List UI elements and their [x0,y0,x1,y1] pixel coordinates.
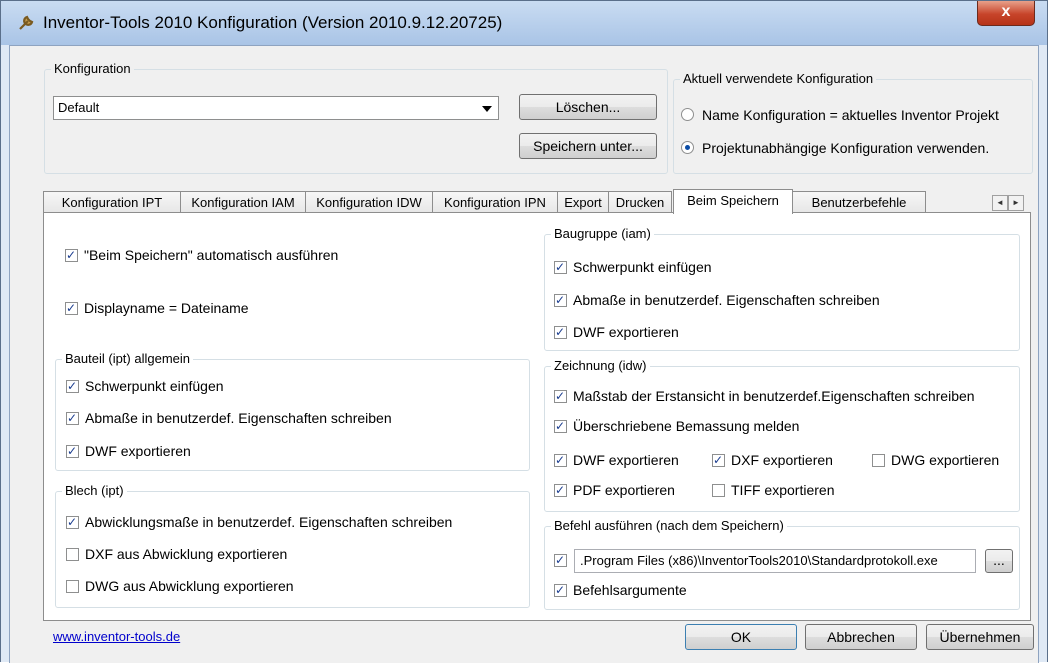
checkbox-baugruppe-abmasse-label: Abmaße in benutzerdef. Eigenschaften sch… [573,292,880,308]
checkbox-befehlsargumente-label: Befehlsargumente [573,582,687,598]
checkbox-bauteil-dwf[interactable] [66,444,79,458]
apply-button[interactable]: Übernehmen [926,624,1034,650]
checkbox-zeichnung-massstab-label: Maßstab der Erstansicht in benutzerdef.E… [573,388,975,404]
close-icon: x [1001,3,1011,20]
tab-benutzerbefehle[interactable]: Benutzerbefehle [792,191,926,213]
close-button[interactable]: x [977,1,1035,26]
command-path-input[interactable]: .Program Files (x86)\InventorTools2010\S… [574,549,976,573]
befehl-group: Befehl ausführen (nach dem Speichern) .P… [544,518,1020,610]
konfiguration-selected: Default [58,100,100,115]
checkbox-blech-dxf-label: DXF aus Abwicklung exportieren [85,546,288,562]
zeichnung-group: Zeichnung (idw) Maßstab der Erstansicht … [544,358,1020,512]
tab-scroll-right-icon[interactable]: ► [1008,195,1024,211]
dialog-window: Inventor-Tools 2010 Konfiguration (Versi… [0,0,1048,663]
tab-konfiguration-ipt[interactable]: Konfiguration IPT [43,191,181,213]
tab-beim-speichern[interactable]: Beim Speichern [673,189,793,214]
checkbox-bauteil-schwerpunkt[interactable] [66,379,79,393]
checkbox-display-name[interactable] [65,301,78,315]
tab-konfiguration-iam[interactable]: Konfiguration IAM [180,191,306,213]
checkbox-zeichnung-tiff-label: TIFF exportieren [731,482,835,498]
aktuell-group: Aktuell verwendete Konfiguration Name Ko… [673,71,1033,174]
checkbox-zeichnung-dxf[interactable] [712,453,725,467]
checkbox-bauteil-abmasse-label: Abmaße in benutzerdef. Eigenschaften sch… [85,410,392,426]
bauteil-group-title: Bauteil (ipt) allgemein [62,351,194,367]
baugruppe-group-title: Baugruppe (iam) [551,226,654,242]
checkbox-zeichnung-dxf-label: DXF exportieren [731,452,833,468]
checkbox-zeichnung-dwf[interactable] [554,453,567,467]
tab-konfiguration-idw[interactable]: Konfiguration IDW [305,191,433,213]
browse-button[interactable]: ... [985,549,1013,573]
title-bar[interactable]: Inventor-Tools 2010 Konfiguration (Versi… [1,1,1047,45]
checkbox-baugruppe-schwerpunkt[interactable] [554,260,567,274]
tab-export[interactable]: Export [557,191,609,213]
checkbox-befehl-enabled[interactable] [554,553,567,567]
befehl-group-title: Befehl ausführen (nach dem Speichern) [551,518,787,534]
tab-page-beim-speichern: "Beim Speichern" automatisch ausführen D… [43,212,1031,621]
checkbox-display-name-label: Displayname = Dateiname [84,300,249,316]
chevron-down-icon[interactable] [482,106,492,112]
konfiguration-dropdown[interactable]: Default [53,96,499,120]
cancel-button[interactable]: Abbrechen [805,624,917,650]
checkbox-bauteil-schwerpunkt-label: Schwerpunkt einfügen [85,378,224,394]
website-link[interactable]: www.inventor-tools.de [53,629,180,644]
checkbox-auto-run-label: "Beim Speichern" automatisch ausführen [84,247,339,263]
checkbox-bauteil-abmasse[interactable] [66,411,79,425]
tab-scroll-left-icon[interactable]: ◄ [992,195,1008,211]
checkbox-befehlsargumente[interactable] [554,583,567,597]
radio-independent-config-label: Projektunabhängige Konfiguration verwend… [702,140,990,156]
konfiguration-group: Konfiguration Default Löschen... Speiche… [44,61,668,174]
aktuell-group-title: Aktuell verwendete Konfiguration [680,71,877,87]
konfiguration-group-title: Konfiguration [51,61,134,77]
checkbox-zeichnung-ueberschrieben[interactable] [554,419,567,433]
checkbox-blech-dwg-label: DWG aus Abwicklung exportieren [85,578,294,594]
checkbox-zeichnung-dwg[interactable] [872,454,885,467]
delete-button[interactable]: Löschen... [519,94,657,120]
checkbox-auto-run[interactable] [65,248,78,262]
checkbox-zeichnung-dwf-label: DWF exportieren [573,452,679,468]
radio-project-config[interactable] [681,108,694,121]
checkbox-bauteil-dwf-label: DWF exportieren [85,443,191,459]
blech-group: Blech (ipt) Abwicklungsmaße in benutzerd… [55,483,530,608]
zeichnung-group-title: Zeichnung (idw) [551,358,650,374]
checkbox-zeichnung-massstab[interactable] [554,389,567,403]
radio-project-config-label: Name Konfiguration = aktuelles Inventor … [702,107,999,123]
ok-button[interactable]: OK [685,624,797,650]
radio-independent-config[interactable] [681,141,694,154]
checkbox-blech-dwg[interactable] [66,580,79,593]
dialog-client-area: Konfiguration Default Löschen... Speiche… [9,45,1039,663]
bauteil-group: Bauteil (ipt) allgemein Schwerpunkt einf… [55,351,530,471]
checkbox-zeichnung-pdf-label: PDF exportieren [573,482,675,498]
checkbox-zeichnung-ueberschrieben-label: Überschriebene Bemassung melden [573,418,800,434]
save-as-button[interactable]: Speichern unter... [519,133,657,159]
checkbox-baugruppe-abmasse[interactable] [554,293,567,307]
window-title: Inventor-Tools 2010 Konfiguration (Versi… [43,13,503,32]
checkbox-zeichnung-tiff[interactable] [712,484,725,497]
blech-group-title: Blech (ipt) [62,483,127,499]
checkbox-baugruppe-dwf[interactable] [554,325,567,339]
checkbox-zeichnung-dwg-label: DWG exportieren [891,452,1000,468]
tab-drucken[interactable]: Drucken [608,191,672,213]
wrench-icon [17,12,37,32]
checkbox-blech-dxf[interactable] [66,548,79,561]
checkbox-baugruppe-schwerpunkt-label: Schwerpunkt einfügen [573,259,712,275]
checkbox-baugruppe-dwf-label: DWF exportieren [573,324,679,340]
baugruppe-group: Baugruppe (iam) Schwerpunkt einfügen Abm… [544,226,1020,351]
checkbox-blech-abwicklungsmasse-label: Abwicklungsmaße in benutzerdef. Eigensch… [85,514,453,530]
checkbox-zeichnung-pdf[interactable] [554,483,567,497]
tab-konfiguration-ipn[interactable]: Konfiguration IPN [432,191,558,213]
checkbox-blech-abwicklungsmasse[interactable] [66,515,79,529]
